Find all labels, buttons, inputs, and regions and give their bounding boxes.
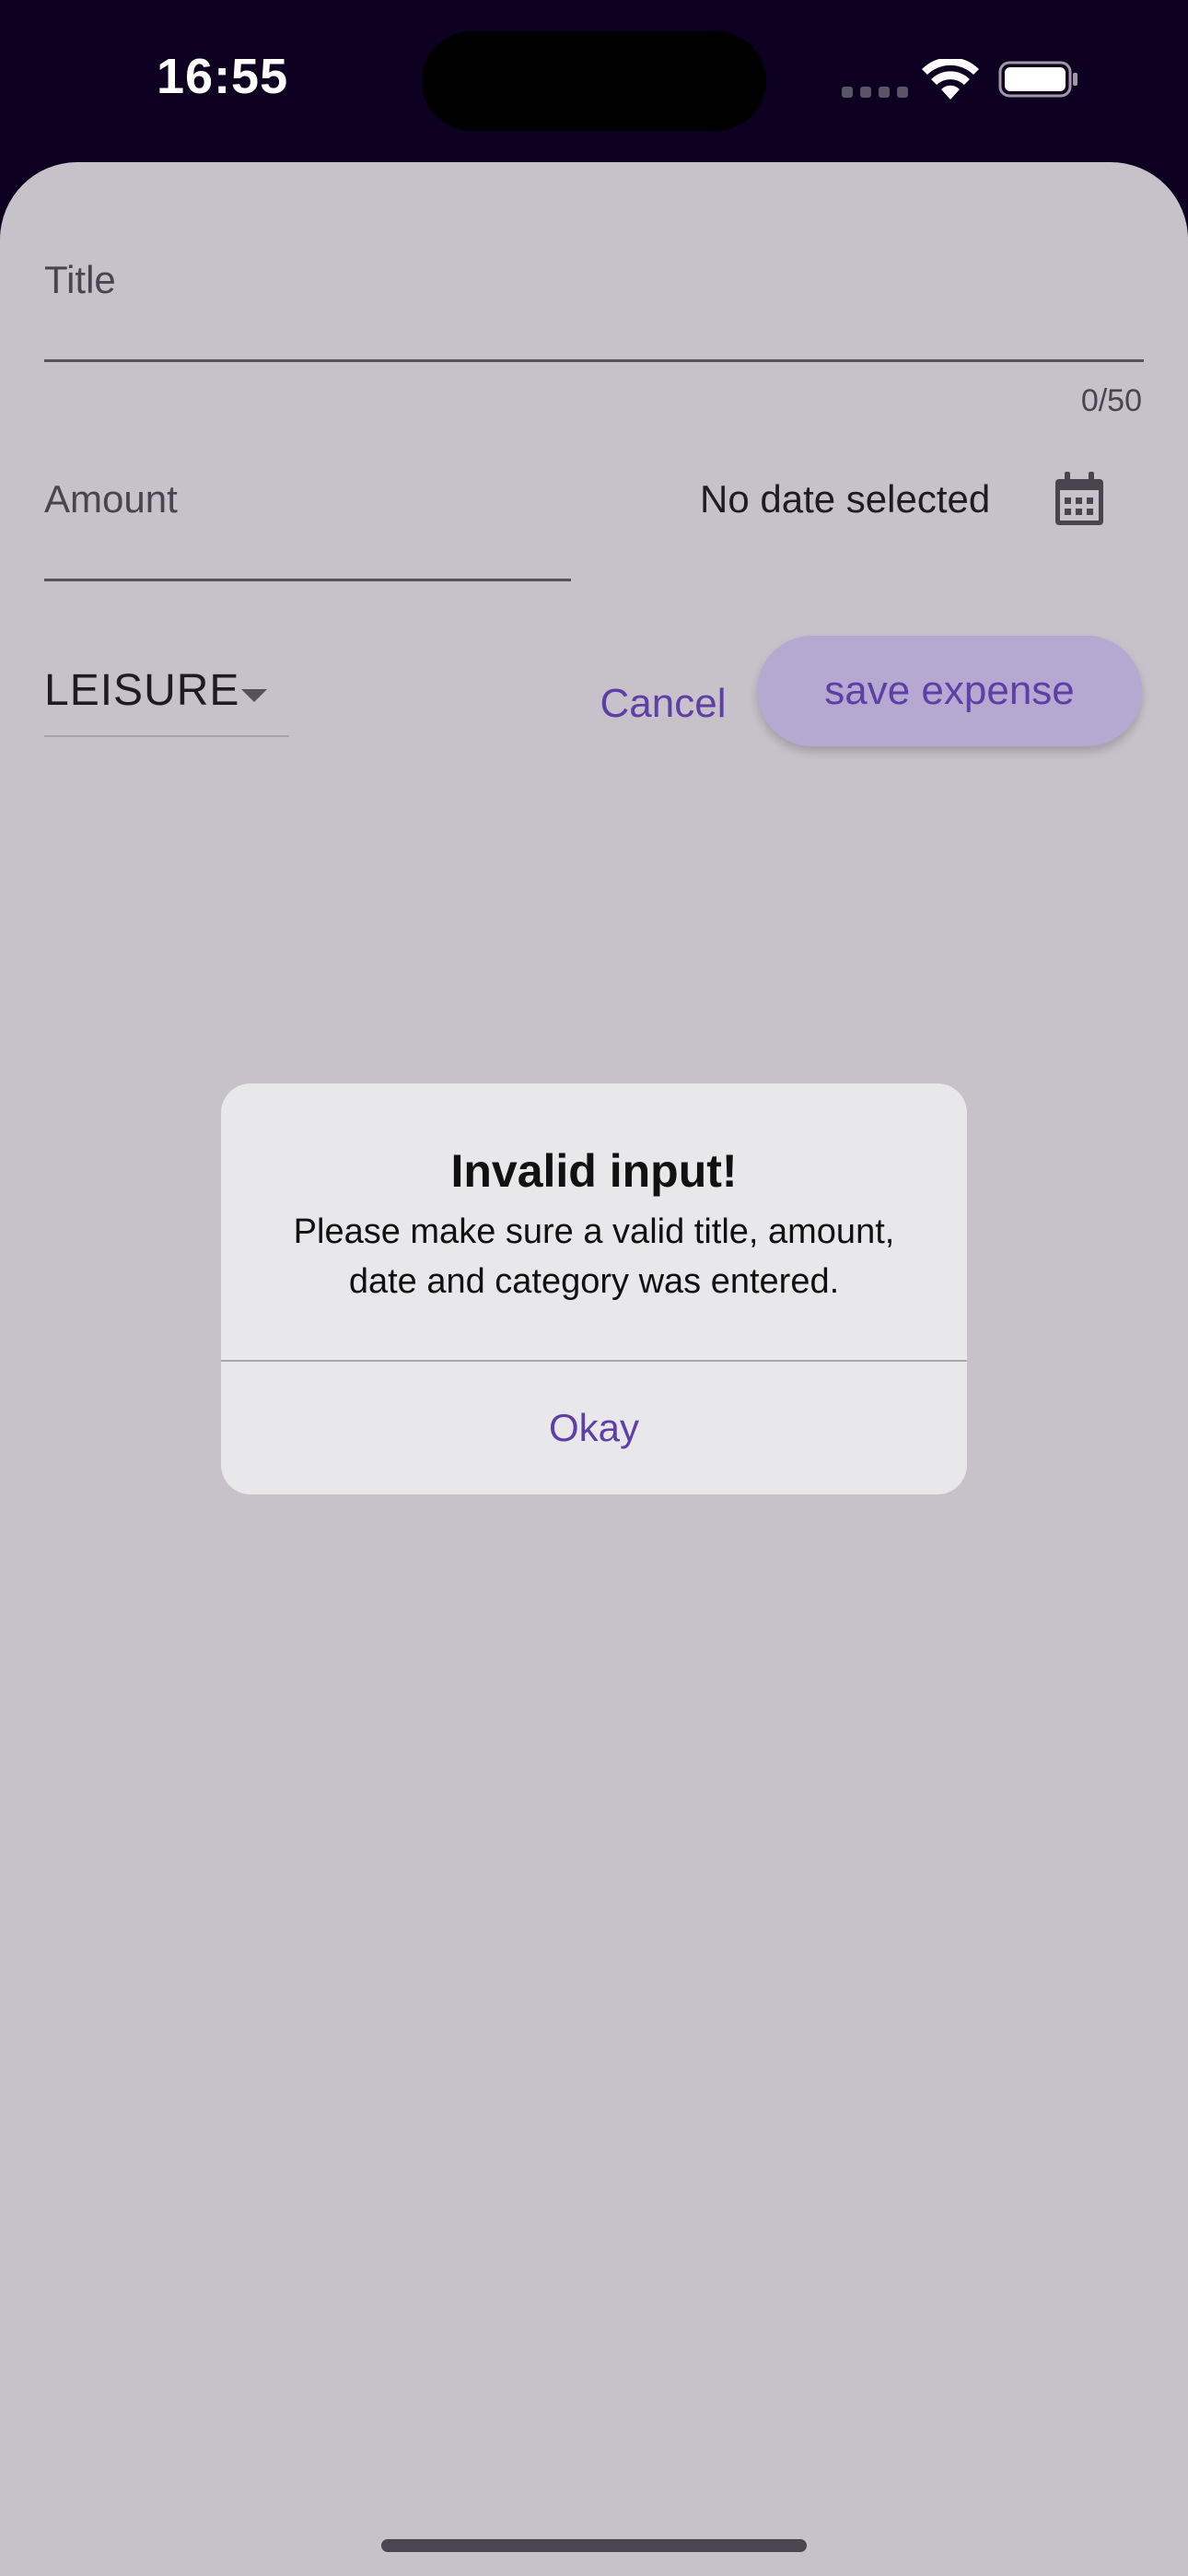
title-character-counter: 0/50 <box>1080 383 1142 418</box>
invalid-input-alert: Invalid input! Please make sure a valid … <box>221 1083 967 1494</box>
title-field-label[interactable]: Title <box>44 258 116 302</box>
save-expense-button[interactable]: save expense <box>757 636 1142 746</box>
status-time: 16:55 <box>157 49 289 104</box>
amount-field-underline[interactable] <box>44 579 571 581</box>
chevron-down-icon <box>241 689 267 702</box>
amount-field-label[interactable]: Amount <box>44 477 178 521</box>
battery-icon <box>998 61 1077 98</box>
status-bar: 16:55 <box>0 0 1188 162</box>
selected-date-text: No date selected <box>700 477 991 521</box>
home-indicator[interactable] <box>381 2539 807 2552</box>
alert-message: Please make sure a valid title, amount, … <box>293 1212 895 1301</box>
signal-icon <box>842 87 908 98</box>
category-dropdown[interactable]: LEISURE <box>44 660 289 737</box>
date-picker-button[interactable] <box>1042 463 1116 536</box>
alert-title: Invalid input! <box>450 1145 738 1197</box>
okay-button[interactable]: Okay <box>221 1362 967 1494</box>
calendar-icon <box>1055 472 1103 525</box>
title-field-underline[interactable] <box>44 359 1144 362</box>
dynamic-island <box>422 31 766 131</box>
category-selected-value: LEISURE <box>44 666 240 715</box>
cancel-button[interactable]: Cancel <box>571 660 755 748</box>
wifi-icon <box>922 59 979 100</box>
